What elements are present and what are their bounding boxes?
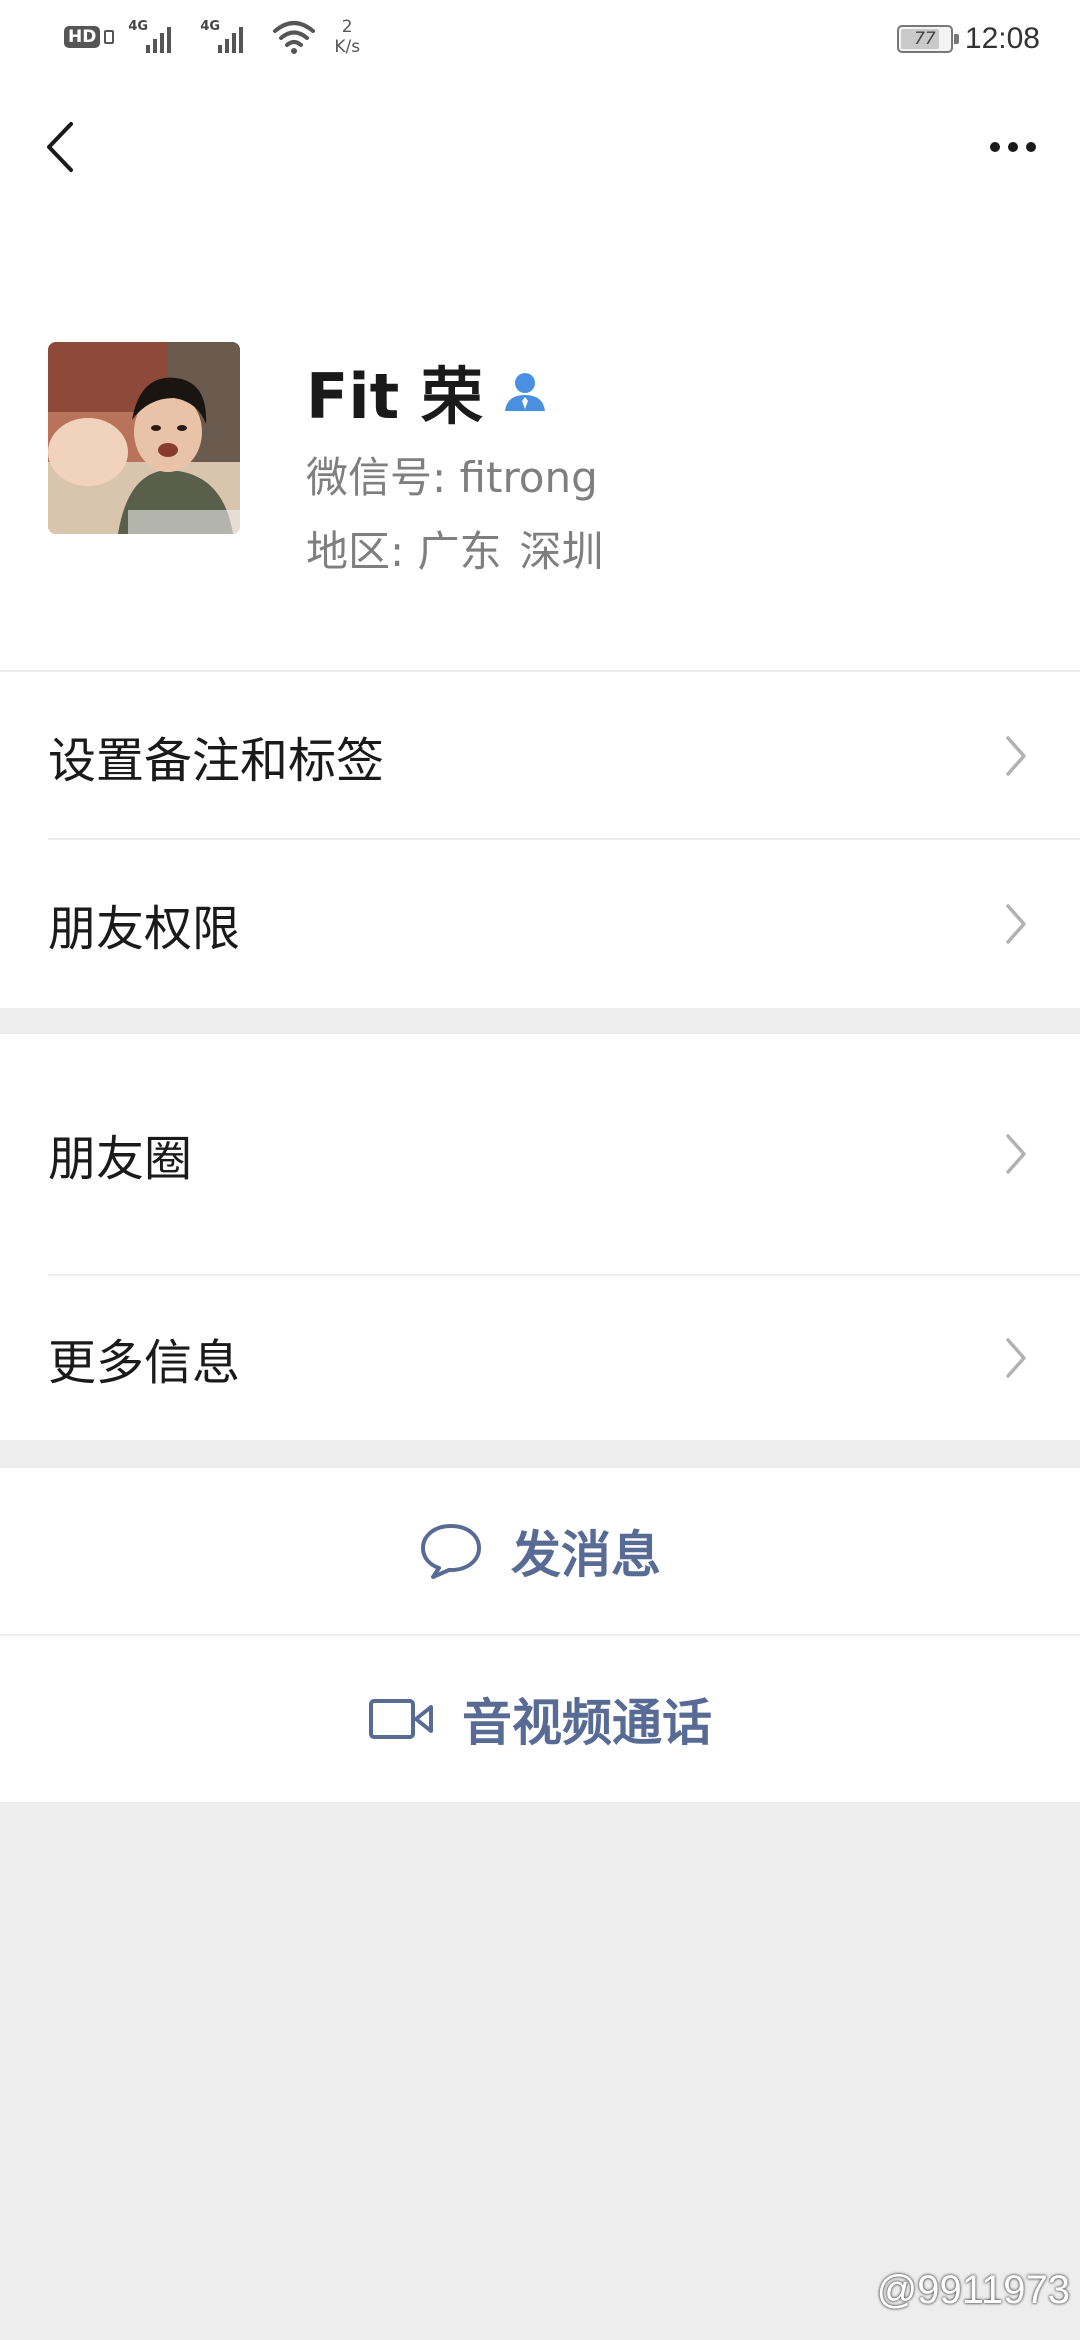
signal-icon: 4G: [128, 15, 186, 59]
status-right: 77 12:08: [896, 14, 1040, 64]
status-left: HD 4G 4G 2 K/s: [64, 12, 360, 62]
chevron-left-icon: [47, 122, 73, 172]
more-options-button[interactable]: [976, 115, 1050, 179]
avatar[interactable]: [48, 342, 240, 534]
profile-name-row: Fit 荣: [306, 348, 549, 434]
battery-icon: 77: [896, 25, 959, 53]
region-label: 地区:: [306, 527, 405, 576]
video-call-button[interactable]: 音视频通话: [0, 1636, 1080, 1802]
menu-group-1: 设置备注和标签 朋友权限: [0, 672, 1080, 1008]
region-row: 地区: 广东 深圳: [306, 518, 604, 579]
menu-item-friend-permissions[interactable]: 朋友权限: [0, 840, 1080, 1008]
signal-icon: 4G: [200, 15, 258, 59]
network-type-label: 4G: [128, 19, 149, 34]
menu-item-remark-tags[interactable]: 设置备注和标签: [0, 672, 1080, 840]
network-speed-value: 2: [341, 17, 353, 37]
wechat-id-value: fitrong: [459, 453, 598, 502]
menu-group-2: 朋友圈 更多信息: [0, 1034, 1080, 1440]
more-dots-icon: [990, 142, 1000, 152]
menu-item-label: 设置备注和标签: [48, 733, 385, 789]
region-province: 广东: [417, 527, 502, 576]
status-bar: HD 4G 4G 2 K/s 77 12:08: [0, 0, 1080, 80]
person-icon: [504, 373, 545, 411]
back-button[interactable]: [28, 110, 92, 184]
network-type-label: 4G: [200, 19, 221, 34]
battery-level: 77: [914, 29, 936, 49]
wechat-id-label: 微信号:: [306, 453, 447, 502]
menu-item-more-info[interactable]: 更多信息: [0, 1276, 1080, 1440]
menu-item-label: 更多信息: [48, 1335, 241, 1391]
network-speed-unit: K/s: [334, 37, 361, 57]
network-speed: 2 K/s: [334, 17, 360, 57]
chevron-right-icon: [1006, 1338, 1026, 1378]
menu-item-label: 朋友圈: [48, 1131, 193, 1187]
watermark: @9911973: [876, 2268, 1070, 2312]
send-message-button[interactable]: 发消息: [0, 1468, 1080, 1634]
region-city: 深圳: [519, 527, 604, 576]
hd-voice-badge: HD: [64, 26, 101, 48]
wechat-id-row: 微信号: fitrong: [306, 444, 598, 505]
chat-bubble-icon: [421, 1524, 481, 1579]
chevron-right-icon: [1006, 904, 1026, 944]
sim-icon: [104, 30, 115, 44]
video-call-label: 音视频通话: [462, 1694, 712, 1752]
profile-name: Fit 荣: [306, 360, 483, 433]
wifi-icon: [273, 21, 316, 54]
send-message-label: 发消息: [511, 1526, 661, 1584]
video-camera-icon: [369, 1699, 433, 1739]
menu-item-label: 朋友权限: [48, 901, 241, 957]
chevron-right-icon: [1006, 736, 1026, 776]
chevron-right-icon: [1006, 1134, 1026, 1174]
status-time: 12:08: [964, 22, 1040, 55]
menu-item-moments[interactable]: 朋友圈: [0, 1034, 1080, 1274]
